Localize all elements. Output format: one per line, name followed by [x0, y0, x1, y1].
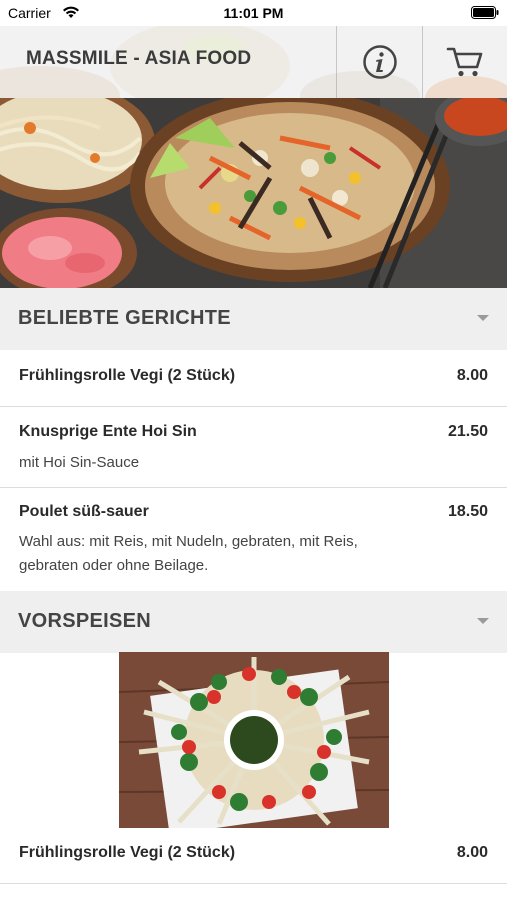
item-description: mit Hoi Sin-Sauce	[19, 454, 140, 471]
section-header-vorspeisen[interactable]: VORSPEISEN	[0, 591, 507, 653]
item-price: 8.00	[456, 367, 488, 384]
item-description-line: Wahl aus: mit Reis, mit Nudeln, gebraten…	[19, 533, 358, 550]
info-icon	[362, 45, 397, 79]
menu-item[interactable]: Knusprige Ente Hoi Sin 21.50 mit Hoi Sin…	[0, 407, 507, 488]
item-name: Frühlingsrolle Vegi (2 Stück)	[19, 844, 236, 861]
info-button[interactable]	[337, 26, 422, 98]
battery-icon	[471, 6, 499, 19]
item-price: 8.00	[456, 844, 488, 861]
cart-button[interactable]	[423, 26, 507, 98]
item-name: Knusprige Ente Hoi Sin	[19, 423, 197, 440]
hero-image	[0, 98, 507, 288]
menu-item[interactable]: Frühlingsrolle Vegi (2 Stück) 8.00	[0, 828, 507, 884]
status-bar: Carrier 11:01 PM	[0, 0, 507, 26]
item-price: 21.50	[447, 423, 488, 440]
item-name: Frühlingsrolle Vegi (2 Stück)	[19, 367, 236, 384]
chevron-down-icon	[477, 315, 489, 321]
spring-rolls-image	[119, 652, 389, 828]
hero-food-photo	[0, 98, 507, 288]
section-title: VORSPEISEN	[18, 610, 152, 632]
item-description-line: gebraten oder ohne Beilage.	[19, 557, 209, 574]
cart-icon	[446, 47, 483, 77]
section-header-beliebte-gerichte[interactable]: BELIEBTE GERICHTE	[0, 288, 507, 350]
item-name: Poulet süß-sauer	[19, 503, 149, 520]
app-header: MASSMILE - ASIA FOOD	[0, 26, 507, 98]
menu-item[interactable]: Poulet süß-sauer 18.50 Wahl aus: mit Rei…	[0, 488, 507, 592]
section-title: BELIEBTE GERICHTE	[18, 307, 231, 329]
chevron-down-icon	[477, 618, 489, 624]
menu-item[interactable]: Frühlingsrolle Vegi (2 Stück) 8.00	[0, 350, 507, 407]
item-price: 18.50	[447, 503, 488, 520]
app-title: MASSMILE - ASIA FOOD	[26, 48, 252, 69]
vorspeisen-photo	[119, 652, 389, 828]
clock: 11:01 PM	[223, 5, 284, 21]
